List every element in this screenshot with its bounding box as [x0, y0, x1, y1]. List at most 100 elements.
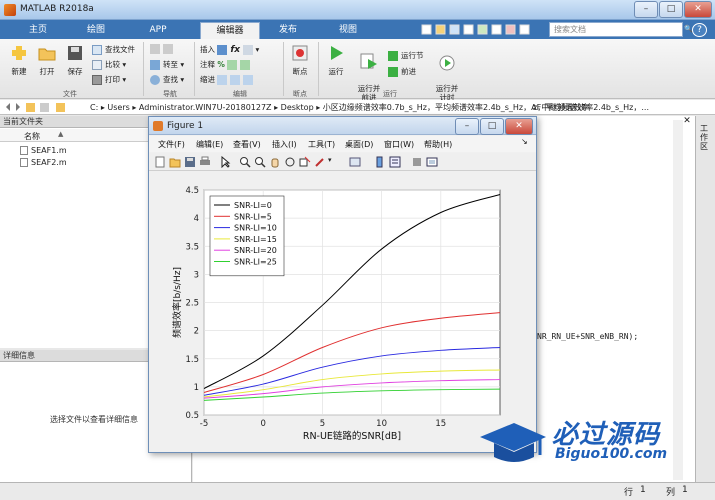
print-button[interactable]: 打印 ▾	[92, 74, 126, 85]
menu-window[interactable]: 窗口(W)	[384, 139, 414, 150]
search-documentation-input[interactable]: 搜索文档	[549, 22, 683, 37]
breadcrumb[interactable]: C: ▸ Users ▸ Administrator.WIN7U-2018012…	[90, 102, 589, 113]
comment-button[interactable]: 注释 %	[200, 59, 253, 70]
y-tick-label: 4.5	[185, 186, 199, 196]
ribbon-separator	[143, 42, 144, 96]
workspace-tab-label[interactable]: 工作区	[700, 124, 712, 151]
figure-window[interactable]: Figure 1 – □ ✕ 文件(F) 编辑(E) 查看(V) 插入(I) 工…	[148, 116, 537, 453]
print-figure-icon[interactable]	[199, 156, 211, 168]
workspace-collapsed[interactable]: 工作区	[695, 116, 715, 482]
run-and-time-button[interactable]: 运行并 计时	[430, 44, 464, 102]
show-plot-tools-icon[interactable]	[426, 156, 438, 168]
brush-icon[interactable]	[314, 156, 326, 168]
menu-tools[interactable]: 工具(T)	[308, 139, 335, 150]
run-group-label: 运行	[383, 90, 397, 98]
new-figure-icon[interactable]	[154, 156, 166, 168]
menu-insert[interactable]: 插入(I)	[272, 139, 297, 150]
path-segment[interactable]: Users	[107, 103, 129, 112]
comment-toggle-icon[interactable]	[227, 60, 238, 70]
search-icon[interactable]: 🔍	[684, 25, 693, 33]
menu-file[interactable]: 文件(F)	[158, 139, 185, 150]
pointer-icon[interactable]	[219, 156, 231, 168]
insert-more-icon[interactable]	[242, 45, 253, 55]
link-plot-icon[interactable]	[349, 156, 361, 168]
legend-entry: SNR-LI=10	[234, 224, 277, 233]
zoom-out-icon[interactable]	[254, 156, 266, 168]
insert-button[interactable]: 插入 fx ▾	[200, 44, 259, 55]
panel-close-icon[interactable]: ✕	[680, 116, 694, 128]
hide-plot-tools-icon[interactable]	[411, 156, 423, 168]
pan-hand-icon[interactable]	[269, 156, 281, 168]
rotate-3d-icon[interactable]	[284, 156, 296, 168]
indent-icon[interactable]	[230, 75, 241, 85]
tab-editor[interactable]: 编辑器	[200, 22, 260, 39]
vertical-scrollbar[interactable]	[673, 120, 683, 480]
brush-dropdown-icon[interactable]: ▾	[328, 156, 332, 164]
tab-apps[interactable]: APP	[138, 22, 178, 39]
compare-button[interactable]: 比较 ▾	[92, 59, 126, 70]
open-label: 打开	[39, 67, 55, 76]
breakpoint-icon	[291, 44, 309, 62]
tab-publish[interactable]: 发布	[268, 22, 308, 39]
tab-view[interactable]: 视图	[328, 22, 368, 39]
x-tick-label: 15	[435, 419, 446, 429]
figure-minimize-button[interactable]: –	[455, 118, 479, 135]
new-button[interactable]: 新建	[6, 44, 32, 77]
m-file-icon	[20, 146, 28, 155]
close-button[interactable]: ✕	[684, 1, 712, 18]
figure-maximize-button[interactable]: □	[480, 118, 504, 135]
indent-button[interactable]: 缩进	[200, 74, 256, 85]
uncomment-icon[interactable]	[240, 60, 251, 70]
figure-close-button[interactable]: ✕	[505, 118, 533, 135]
watermark-sub-text: Biguo100.com	[555, 446, 668, 462]
menu-view[interactable]: 查看(V)	[233, 139, 261, 150]
details-hint: 选择文件以查看详细信息	[50, 415, 138, 424]
find-button[interactable]: 查找 ▾	[150, 74, 184, 85]
run-button[interactable]: 运行	[322, 44, 350, 77]
find-icon	[150, 75, 160, 85]
tab-home[interactable]: 主页	[18, 22, 58, 39]
file-group-label: 文件	[63, 90, 77, 98]
save-icon	[66, 44, 84, 62]
nav-back-forward[interactable]	[150, 44, 176, 54]
save-figure-icon[interactable]	[184, 156, 196, 168]
column-name[interactable]: 名称	[24, 131, 40, 142]
tab-plots[interactable]: 绘图	[76, 22, 116, 39]
zoom-in-icon[interactable]	[239, 156, 251, 168]
path-segment[interactable]: Desktop	[281, 103, 314, 112]
maximize-button[interactable]: □	[659, 1, 683, 18]
save-button[interactable]: 保存	[62, 44, 88, 77]
menu-desktop[interactable]: 桌面(D)	[345, 139, 373, 150]
open-button[interactable]: 打开	[34, 44, 60, 77]
path-segment[interactable]: C:	[90, 103, 98, 112]
breakpoints-button[interactable]: 断点	[286, 44, 314, 77]
file-list-item[interactable]: SEAF1.m	[20, 146, 67, 155]
menu-edit[interactable]: 编辑(E)	[196, 139, 223, 150]
menu-help[interactable]: 帮助(H)	[424, 139, 452, 150]
legend-icon[interactable]	[389, 156, 401, 168]
run-label: 运行	[328, 67, 344, 76]
run-section-button[interactable]: 运行节	[388, 50, 424, 61]
data-cursor-icon[interactable]	[299, 156, 311, 168]
percent-icon[interactable]: %	[217, 60, 225, 69]
help-icon[interactable]: ?	[692, 23, 707, 37]
smart-indent-icon[interactable]	[217, 75, 228, 85]
plot-area: 0.5 1 1.5 2 2.5 3 3.5 4 4.5 -5 0 5 10 15 SNR-LI=0 SNR-L…	[150, 172, 535, 452]
advance-button[interactable]: 前进	[388, 66, 416, 77]
minimize-button[interactable]: –	[634, 1, 658, 18]
colorbar-icon[interactable]	[374, 156, 386, 168]
compare-label: 比较	[105, 60, 120, 69]
quick-access-icons	[421, 24, 530, 35]
y-tick-label: 2.5	[185, 299, 199, 309]
quick-access-toolbar	[420, 24, 540, 36]
find-files-icon	[92, 45, 102, 55]
goto-button[interactable]: 转至 ▾	[150, 59, 184, 70]
line-chart[interactable]: 0.5 1 1.5 2 2.5 3 3.5 4 4.5 -5 0 5 10 15 SNR-LI=0 SNR-L…	[150, 172, 535, 452]
open-file-icon[interactable]	[169, 156, 181, 168]
file-list-item[interactable]: SEAF2.m	[20, 158, 67, 167]
path-segment[interactable]: Administrator.WIN7U-20180127Z	[139, 103, 272, 112]
find-files-button[interactable]: 查找文件	[92, 44, 135, 55]
dock-arrow-icon[interactable]: ↘	[521, 137, 528, 146]
fx-icon[interactable]: fx	[230, 45, 240, 55]
outdent-icon[interactable]	[243, 75, 254, 85]
